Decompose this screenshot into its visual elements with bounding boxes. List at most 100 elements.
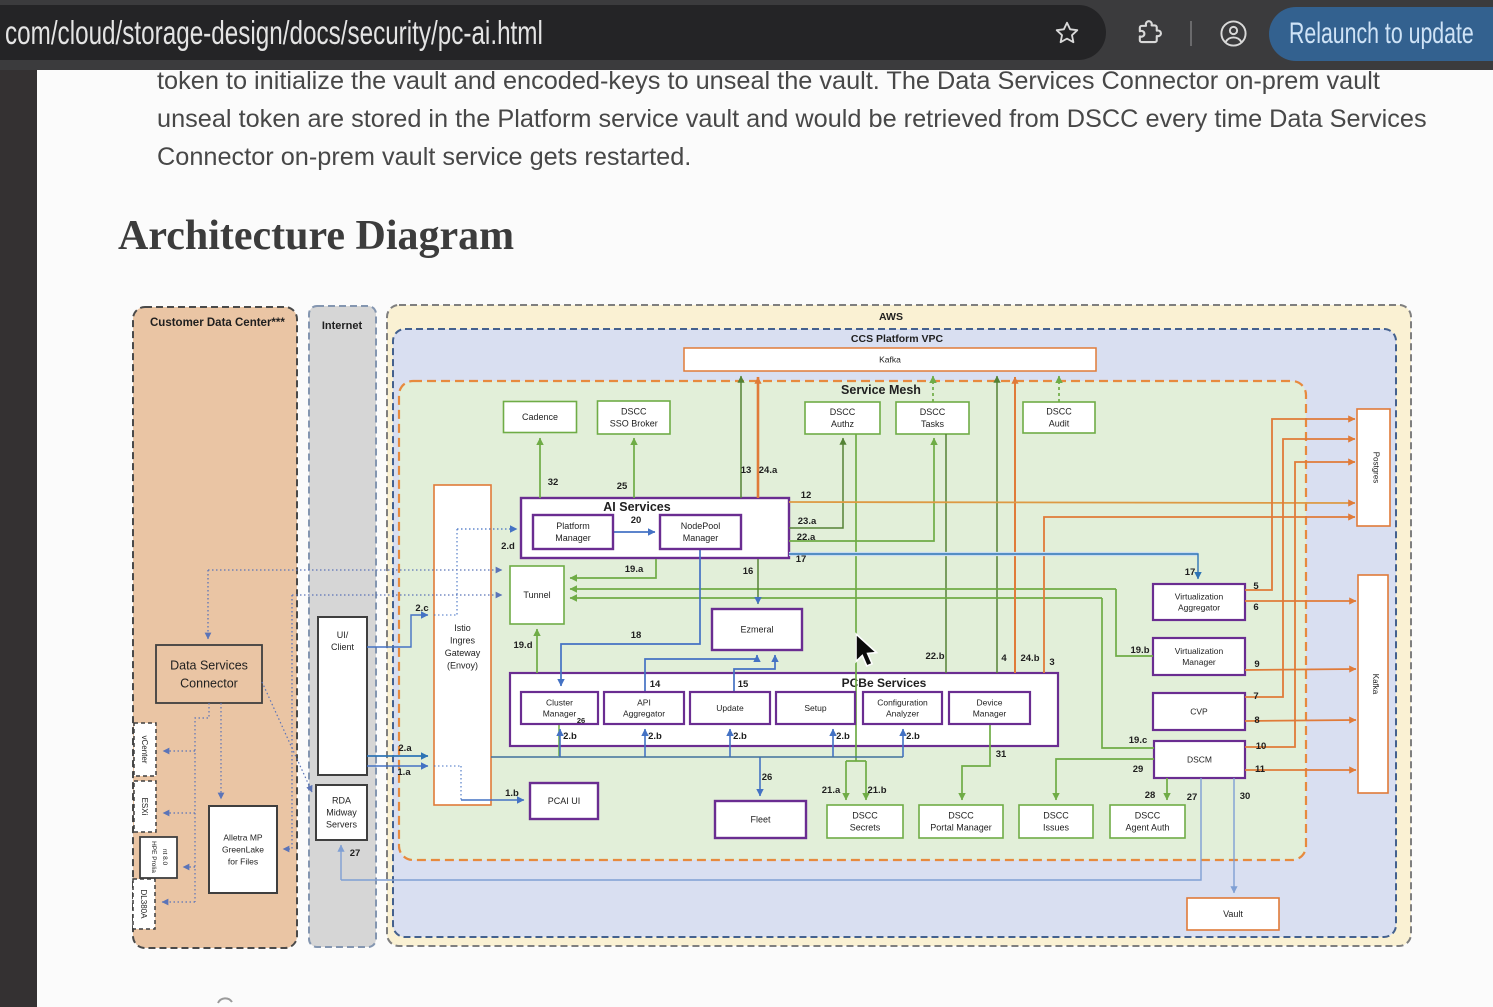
svg-text:31: 31 <box>996 749 1007 760</box>
svg-text:3: 3 <box>1049 657 1054 668</box>
svg-text:18: 18 <box>631 630 642 641</box>
svg-text:Connector: Connector <box>180 676 238 690</box>
svg-text:Ezmeral: Ezmeral <box>740 625 773 635</box>
svg-text:Virtualization: Virtualization <box>1175 646 1224 656</box>
svg-text:DSCC: DSCC <box>1043 811 1069 821</box>
svg-text:Manager: Manager <box>1182 657 1216 667</box>
svg-text:21.a: 21.a <box>822 785 841 796</box>
svg-text:Gateway: Gateway <box>445 648 481 658</box>
svg-text:9: 9 <box>1254 659 1259 670</box>
svg-text:27: 27 <box>350 848 361 859</box>
svg-text:Vault: Vault <box>1223 909 1243 919</box>
svg-text:Audit: Audit <box>1049 419 1070 429</box>
svg-text:22.b: 22.b <box>925 651 944 662</box>
svg-text:16: 16 <box>743 566 754 577</box>
svg-text:Manager: Manager <box>683 533 719 543</box>
svg-text:24.b: 24.b <box>1020 653 1039 664</box>
svg-text:32: 32 <box>548 477 559 488</box>
svg-text:Update: Update <box>716 703 744 713</box>
svg-text:15: 15 <box>738 679 749 690</box>
svg-text:DSCM: DSCM <box>1187 754 1212 764</box>
svg-text:7: 7 <box>1253 691 1258 702</box>
svg-text:RDA: RDA <box>332 796 351 806</box>
svg-text:19.c: 19.c <box>1129 735 1148 746</box>
svg-text:Virtualization: Virtualization <box>1175 591 1224 601</box>
svg-text:2.b: 2.b <box>733 731 747 742</box>
svg-text:2.d: 2.d <box>501 541 515 552</box>
svg-text:Midway: Midway <box>326 808 357 818</box>
svg-text:25: 25 <box>617 481 628 492</box>
svg-text:Aggregator: Aggregator <box>623 708 665 718</box>
svg-text:DSCC: DSCC <box>852 811 878 821</box>
svg-text:24.a: 24.a <box>759 465 778 476</box>
svg-text:Aggregator: Aggregator <box>1178 602 1220 612</box>
svg-text:Kafka: Kafka <box>1371 674 1380 695</box>
svg-text:DSCC: DSCC <box>830 407 856 417</box>
svg-text:2.c: 2.c <box>415 603 428 614</box>
svg-text:1.a: 1.a <box>397 767 411 778</box>
svg-text:DL380A: DL380A <box>139 890 148 920</box>
svg-text:5: 5 <box>1253 581 1259 592</box>
svg-text:29: 29 <box>1133 764 1144 775</box>
svg-text:Postgres: Postgres <box>1372 452 1381 484</box>
svg-text:17: 17 <box>1185 567 1196 578</box>
svg-text:2.a: 2.a <box>398 743 412 754</box>
svg-text:nt 8.0: nt 8.0 <box>161 849 168 866</box>
svg-text:AWS: AWS <box>879 311 903 323</box>
svg-text:(Envoy): (Envoy) <box>447 661 478 671</box>
svg-text:2.b: 2.b <box>563 731 577 742</box>
svg-text:Alletra MP: Alletra MP <box>223 832 263 842</box>
svg-text:Secrets: Secrets <box>850 823 881 833</box>
svg-text:19.a: 19.a <box>625 564 644 575</box>
svg-text:21.b: 21.b <box>867 785 886 796</box>
svg-text:Client: Client <box>331 642 355 652</box>
svg-text:Configuration: Configuration <box>877 697 928 707</box>
svg-text:2.b: 2.b <box>836 731 850 742</box>
svg-text:HPE Prolia: HPE Prolia <box>150 841 157 873</box>
svg-text:Customer Data Center***: Customer Data Center*** <box>150 317 285 329</box>
svg-text:Fleet: Fleet <box>750 815 771 825</box>
svg-text:DSCC: DSCC <box>621 407 647 417</box>
svg-text:Tasks: Tasks <box>921 419 945 429</box>
svg-text:GreenLake: GreenLake <box>222 844 264 854</box>
svg-text:27: 27 <box>1187 792 1198 803</box>
svg-text:Device: Device <box>977 697 1003 707</box>
svg-text:28: 28 <box>1145 790 1156 801</box>
svg-text:API: API <box>637 697 651 707</box>
svg-text:Manager: Manager <box>555 533 591 543</box>
svg-text:Kafka: Kafka <box>879 354 901 364</box>
svg-text:UI/: UI/ <box>337 630 349 640</box>
svg-text:2.b: 2.b <box>648 731 662 742</box>
svg-text:Cluster: Cluster <box>546 697 573 707</box>
svg-text:6: 6 <box>1253 602 1258 613</box>
svg-text:30: 30 <box>1240 791 1251 802</box>
svg-text:Authz: Authz <box>831 419 855 429</box>
svg-text:17: 17 <box>796 554 807 565</box>
svg-text:26: 26 <box>577 716 585 725</box>
svg-text:for Files: for Files <box>228 856 258 866</box>
svg-text:10: 10 <box>1256 741 1267 752</box>
svg-text:PCAI UI: PCAI UI <box>548 796 581 806</box>
svg-text:22.a: 22.a <box>797 532 816 543</box>
svg-text:vCenter: vCenter <box>140 735 149 763</box>
svg-text:DSCC: DSCC <box>1135 811 1161 821</box>
svg-text:Manager: Manager <box>973 708 1007 718</box>
svg-text:DSCC: DSCC <box>948 811 974 821</box>
svg-text:12: 12 <box>801 490 812 501</box>
svg-text:2.b: 2.b <box>906 731 920 742</box>
svg-text:SSO Broker: SSO Broker <box>610 419 658 429</box>
svg-text:Istio: Istio <box>454 623 471 633</box>
svg-text:Setup: Setup <box>804 703 826 713</box>
svg-text:11: 11 <box>1255 764 1266 775</box>
svg-text:Manager: Manager <box>543 708 577 718</box>
svg-text:Internet: Internet <box>322 320 363 332</box>
svg-text:Tunnel: Tunnel <box>523 590 550 600</box>
svg-text:CCS Platform VPC: CCS Platform VPC <box>851 333 944 345</box>
svg-text:ESXi: ESXi <box>140 798 149 816</box>
svg-text:CVP: CVP <box>1190 706 1208 716</box>
svg-text:Servers: Servers <box>326 820 358 830</box>
svg-text:Portal Manager: Portal Manager <box>930 823 992 833</box>
svg-text:Service Mesh: Service Mesh <box>841 383 921 397</box>
svg-text:Data Services: Data Services <box>170 658 248 672</box>
svg-text:Ingres: Ingres <box>450 636 476 646</box>
